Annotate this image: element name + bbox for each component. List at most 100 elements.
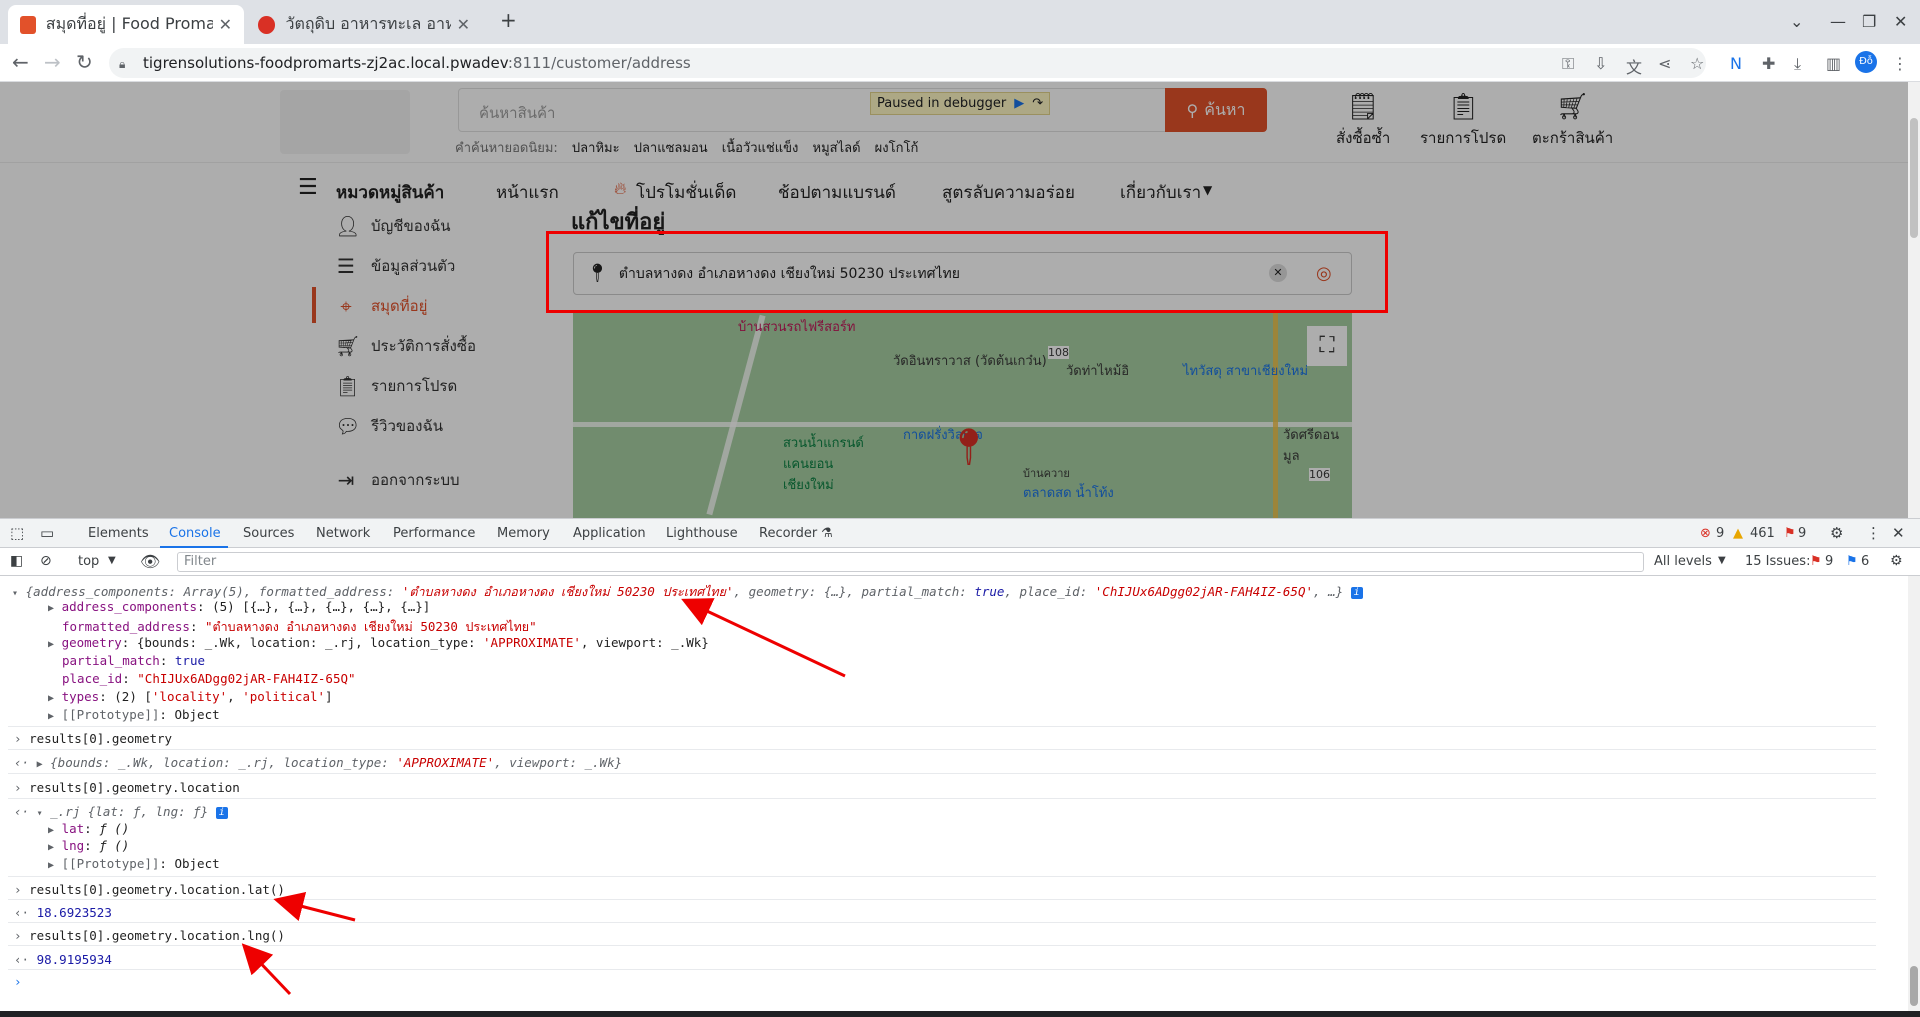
page-scrollbar[interactable] [1908,82,1920,518]
tab-sources[interactable]: Sources [243,526,294,541]
browser-tab-ingredients[interactable]: วัตถุดิบ อาหารทะเล อาหาร ✕ [246,5,482,44]
sidebar-item-account[interactable]: 👤︎ บัญชีของฉัน [335,214,451,238]
popular-item[interactable]: ปลาหิมะ [572,141,620,156]
back-icon[interactable]: ← [12,50,29,74]
console-settings-icon[interactable]: ⚙ [1890,553,1903,569]
clear-console-icon[interactable]: ⊘ [40,553,52,569]
new-tab-button[interactable]: + [500,8,517,32]
tab-console[interactable]: Console [169,526,221,541]
issues-error-count[interactable]: 9 [1825,554,1833,569]
map-marker-icon[interactable]: 📍︎ [946,426,992,468]
eye-icon[interactable]: 👁︎ [140,552,160,571]
install-icon[interactable]: ⇩ [1594,54,1607,73]
scrollbar-thumb[interactable] [1910,118,1918,238]
settings-gear-icon[interactable]: ⚙ [1830,524,1843,542]
tab-title: สมุดที่อยู่ | Food Promart [45,14,213,33]
reload-icon[interactable]: ↻ [76,50,93,74]
warning-icon[interactable]: ▲ [1733,526,1743,541]
extensions-puzzle-icon[interactable]: ✚ [1762,54,1775,73]
tab-search-icon[interactable]: ⌄ [1790,12,1803,31]
device-toolbar-icon[interactable]: ▭ [40,524,54,542]
step-over-icon[interactable]: ↷ [1032,96,1043,111]
bookmark-star-icon[interactable]: ☆ [1690,54,1704,73]
error-count[interactable]: 9 [1716,526,1724,541]
share-icon[interactable]: ⋖ [1658,54,1671,73]
tab-memory[interactable]: Memory [497,526,550,541]
restore-icon[interactable]: ❐ [1862,12,1876,31]
cart-link[interactable]: 🛒︎ ตะกร้าสินค้า [1532,92,1613,150]
tab-elements[interactable]: Elements [88,526,149,541]
popular-item[interactable]: ผงโกโก้ [875,141,919,156]
sidebar-item-address-book[interactable]: ⌖ สมุดที่อยู่ [335,294,427,318]
issues-flag-icon[interactable]: ⚑ [1784,526,1796,541]
tab-lighthouse[interactable]: Lighthouse [666,526,738,541]
profile-avatar[interactable]: Đỗ [1855,51,1877,73]
error-count-icon[interactable]: ⊗ [1700,526,1711,541]
tab-network[interactable]: Network [316,526,370,541]
nav-about[interactable]: เกี่ยวกับเรา [1120,179,1201,206]
extension-n-icon[interactable]: N [1730,54,1742,73]
side-panel-icon[interactable]: ▥ [1826,54,1841,73]
debugger-paused-banner: Paused in debugger ▶︎ ↷ [870,92,1051,115]
sidebar-item-profile[interactable]: ☰ ข้อมูลส่วนตัว [335,254,455,278]
downloads-icon[interactable]: ⤓ [1794,54,1801,74]
issues-info-icon[interactable]: ⚑ [1846,554,1858,569]
highlight-box [546,231,1388,313]
clipboard-heart-icon: 📋︎ [1446,92,1480,122]
categories-menu[interactable]: หมวดหมู่สินค้า [336,179,444,206]
context-select[interactable]: top [78,554,99,569]
issues-info-count[interactable]: 6 [1861,554,1869,569]
browser-tab-address-book[interactable]: สมุดที่อยู่ | Food Promart ✕ [8,5,244,44]
reorder-link[interactable]: 🗒︎ สั่งซื้อซ้ำ [1336,92,1390,150]
issues-count[interactable]: 9 [1798,526,1806,541]
issues-error-icon[interactable]: ⚑ [1810,554,1822,569]
log-levels-select[interactable]: All levels [1654,554,1712,569]
inspect-element-icon[interactable]: ⬚ [10,524,24,542]
tab-performance[interactable]: Performance [393,526,475,541]
key-icon[interactable]: ⚿ [1562,54,1574,74]
search-input[interactable]: ค้นหาสินค้า [458,88,1166,132]
sidebar-item-label: ออกจากระบบ [371,471,460,489]
hamburger-icon[interactable]: ☰ [298,175,318,200]
sidebar-item-label: ประวัติการสั่งซื้อ [371,337,477,355]
scrollbar-thumb[interactable] [1910,966,1918,1006]
sidebar-toggle-icon[interactable]: ◧ [10,553,23,569]
arrow-to-lat [273,891,356,922]
address-bar[interactable]: 🔒︎ tigrensolutions-foodpromarts-zj2ac.lo… [109,48,1706,78]
lock-icon[interactable]: 🔒︎ [119,57,131,71]
nav-home[interactable]: หน้าแรก [496,179,559,206]
tab-recorder[interactable]: Recorder [759,526,817,541]
popular-item[interactable]: ปลาแซลมอน [634,141,708,156]
console-scrollbar[interactable] [1908,576,1920,1011]
close-tab-icon[interactable]: ✕ [219,15,232,34]
tab-application[interactable]: Application [573,526,646,541]
console-output[interactable]: ▾ {address_components: Array(5), formatt… [0,576,1908,1011]
search-button[interactable]: ⚲ ค้นหา [1165,88,1267,132]
sidebar-item-order-history[interactable]: 🛒︎ ประวัติการสั่งซื้อ [335,334,476,358]
close-devtools-icon[interactable]: ✕ [1892,524,1905,542]
sidebar-item-reviews[interactable]: 💬︎ รีวิวของฉัน [335,414,443,438]
translate-icon[interactable]: 文 [1626,54,1642,78]
sidebar-item-label: ข้อมูลส่วนตัว [371,257,456,275]
resume-icon[interactable]: ▶︎ [1014,96,1024,111]
issues-label[interactable]: 15 Issues: [1745,554,1810,569]
menu-kebab-icon[interactable]: ⋮ [1892,54,1908,73]
close-window-icon[interactable]: ✕ [1894,12,1907,31]
sidebar-item-logout[interactable]: ⇥ ออกจากระบบ [335,468,460,492]
more-options-icon[interactable]: ⋮ [1866,524,1881,542]
nav-recipes[interactable]: สูตรลับความอร่อย [942,179,1075,206]
minimize-icon[interactable]: — [1830,12,1846,31]
google-map[interactable]: บ้านสวนรถไฟรีสอร์ท วัดอินทราวาส (วัดต้นเ… [573,312,1352,518]
site-logo[interactable] [280,90,410,154]
filter-input[interactable]: Filter [177,552,1644,572]
close-tab-icon[interactable]: ✕ [457,15,470,34]
popular-item[interactable]: เนื้อวัวแช่แข็ง [722,141,799,156]
forward-icon[interactable]: → [44,50,61,74]
popular-item[interactable]: หมูสไลด์ [813,141,861,156]
nav-brands[interactable]: ช้อปตามแบรนด์ [778,179,896,206]
sidebar-item-wishlist[interactable]: 📋︎ รายการโปรด [335,374,457,398]
warning-count[interactable]: 461 [1750,526,1775,541]
nav-promotions[interactable]: โปรโมชั่นเด็ด [636,179,736,206]
fullscreen-icon[interactable]: ⛶ [1307,326,1347,366]
wishlist-link[interactable]: 📋︎ รายการโปรด [1420,92,1506,150]
